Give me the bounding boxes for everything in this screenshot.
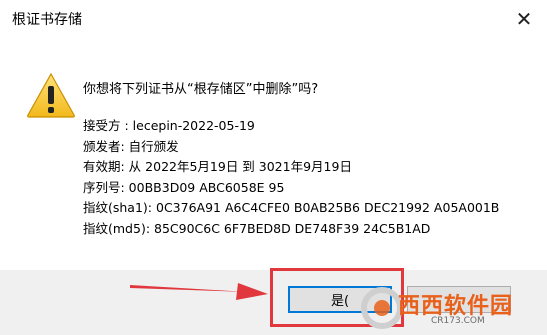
close-button[interactable]: ✕: [501, 0, 547, 38]
title-bar: 根证书存储 ✕: [0, 0, 547, 38]
confirm-question: 你想将下列证书从“根存储区”中删除”吗?: [83, 82, 319, 97]
detail-issued-to: 接受方 : lecepin-2022-05-19: [83, 118, 255, 133]
annotation-arrow: [130, 283, 268, 300]
warning-icon: [27, 72, 75, 118]
detail-validity: 有效期: 从 2022年5月19日 到 3021年9月19日: [83, 159, 352, 174]
detail-serial: 序列号: 00BB3D09 ABC6058E 95: [83, 179, 285, 195]
dialog-content: 你想将下列证书从“根存储区”中删除”吗? 接受方 : lecepin-2022-…: [0, 38, 547, 270]
detail-md5: 指纹(md5): 85C90C6C 6F7BED8D DE748F39 24C5…: [83, 220, 431, 236]
detail-sha1: 指纹(sha1): 0C376A91 A6C4CFE0 B0AB25B6 DEC…: [83, 200, 500, 215]
detail-issuer: 颁发者: 自行颁发: [83, 138, 179, 154]
window-title: 根证书存储: [12, 12, 82, 28]
certificate-details: 接受方 : lecepin-2022-05-19 颁发者: 自行颁发 有效期: …: [83, 116, 499, 239]
watermark-url: CR173.COM: [431, 316, 485, 326]
watermark-logo: 西西软件园 CR173.COM: [356, 284, 547, 335]
close-icon: ✕: [515, 7, 533, 31]
